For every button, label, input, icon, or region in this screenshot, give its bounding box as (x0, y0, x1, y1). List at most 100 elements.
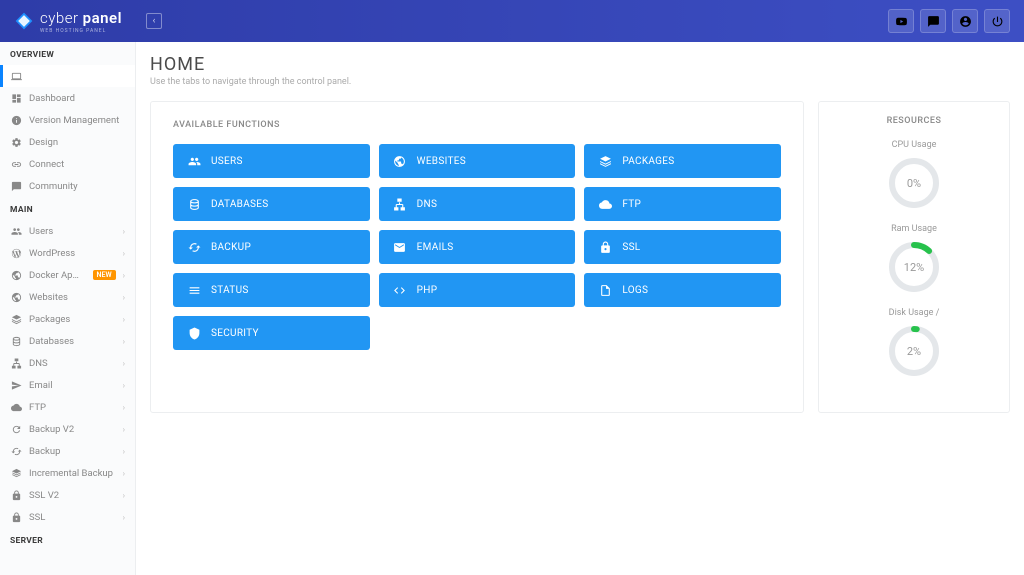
lock-icon (598, 240, 612, 254)
function-tile-label: DATABASES (211, 199, 268, 210)
sidebar-item-label: SSL V2 (29, 490, 116, 501)
sidebar-item-dashboard[interactable] (0, 65, 135, 87)
sidebar-item-dashboard[interactable]: Dashboard (0, 87, 135, 109)
function-tile-backup[interactable]: BACKUP (173, 230, 370, 264)
sitemap-icon (393, 197, 407, 211)
gauge-value: 2% (887, 324, 941, 378)
sidebar-item-connect[interactable]: Connect (0, 153, 135, 175)
lock-icon (10, 489, 22, 501)
resources-heading: RESOURCES (829, 116, 999, 126)
backup-icon (187, 240, 201, 254)
sidebar-item-dns[interactable]: DNS› (0, 352, 135, 374)
function-tile-ssl[interactable]: SSL (584, 230, 781, 264)
file-icon (598, 283, 612, 297)
function-tile-label: EMAILS (417, 242, 454, 253)
sidebar-item-community[interactable]: Community (0, 175, 135, 197)
power-icon[interactable] (984, 9, 1010, 33)
gauge-ring: 2% (887, 324, 941, 378)
brand-logo-icon (14, 11, 34, 31)
sidebar-item-label: Dashboard (29, 93, 125, 104)
backup-icon (10, 445, 22, 457)
sidebar-item-websites[interactable]: Websites› (0, 286, 135, 308)
lock-icon (10, 511, 22, 523)
function-tile-ftp[interactable]: FTP (584, 187, 781, 221)
resources-card: RESOURCES CPU Usage0%Ram Usage12%Disk Us… (818, 101, 1010, 413)
chevron-right-icon: › (123, 447, 125, 456)
chat-icon[interactable] (920, 9, 946, 33)
functions-heading: AVAILABLE FUNCTIONS (173, 120, 781, 130)
sidebar-item-label: Design (29, 137, 125, 148)
sidebar-item-label: WordPress (29, 248, 116, 259)
sidebar-collapse-button[interactable]: ‹ (146, 13, 162, 29)
function-tile-label: FTP (622, 199, 641, 210)
support-icon[interactable] (952, 9, 978, 33)
users-icon (10, 225, 22, 237)
cloud-icon (598, 197, 612, 211)
gauges-container: CPU Usage0%Ram Usage12%Disk Usage /2% (829, 140, 999, 378)
gauge-ram-usage: Ram Usage12% (829, 224, 999, 294)
chevron-right-icon: › (123, 491, 125, 500)
gear-icon (10, 136, 22, 148)
globe-icon (10, 269, 22, 281)
wordpress-icon (10, 247, 22, 259)
sidebar-item-incremental-backup[interactable]: Incremental Backup› (0, 462, 135, 484)
sidebar-item-packages[interactable]: Packages› (0, 308, 135, 330)
function-tile-logs[interactable]: LOGS (584, 273, 781, 307)
sidebar-item-ssl[interactable]: SSL› (0, 506, 135, 528)
packages-icon (10, 313, 22, 325)
function-tile-packages[interactable]: PACKAGES (584, 144, 781, 178)
youtube-icon[interactable] (888, 9, 914, 33)
chat-icon (10, 180, 22, 192)
function-tile-dns[interactable]: DNS (379, 187, 576, 221)
function-tile-websites[interactable]: WEBSITES (379, 144, 576, 178)
topbar: cyber panel WEB HOSTING PANEL ‹ (0, 0, 1024, 42)
gauge-cpu-usage: CPU Usage0% (829, 140, 999, 210)
top-actions (888, 9, 1010, 33)
sidebar-section-header: OVERVIEW (0, 42, 135, 65)
main-content: HOME Use the tabs to navigate through th… (136, 42, 1024, 575)
function-tile-users[interactable]: USERS (173, 144, 370, 178)
function-tile-label: PACKAGES (622, 156, 674, 167)
packages-icon (598, 154, 612, 168)
sidebar-item-label: Packages (29, 314, 116, 325)
code-icon (393, 283, 407, 297)
function-tile-label: SSL (622, 242, 640, 253)
globe-icon (393, 154, 407, 168)
refresh-icon (10, 423, 22, 435)
envelope-icon (393, 240, 407, 254)
sidebar-item-label: Websites (29, 292, 116, 303)
plane-icon (10, 379, 22, 391)
brand: cyber panel WEB HOSTING PANEL ‹ (14, 9, 162, 34)
laptop-icon (10, 70, 22, 82)
sidebar-item-version-management[interactable]: Version Management (0, 109, 135, 131)
database-icon (187, 197, 201, 211)
sidebar-item-ftp[interactable]: FTP› (0, 396, 135, 418)
function-tile-label: LOGS (622, 285, 648, 296)
sidebar-item-users[interactable]: Users› (0, 220, 135, 242)
sidebar-item-design[interactable]: Design (0, 131, 135, 153)
sidebar-item-docker-apps[interactable]: Docker AppsNEW› (0, 264, 135, 286)
sidebar-item-email[interactable]: Email› (0, 374, 135, 396)
users-icon (187, 154, 201, 168)
function-tile-label: DNS (417, 199, 438, 210)
sidebar-item-databases[interactable]: Databases› (0, 330, 135, 352)
function-tile-status[interactable]: STATUS (173, 273, 370, 307)
function-tile-security[interactable]: SECURITY (173, 316, 370, 350)
database-icon (10, 335, 22, 347)
cloud-icon (10, 401, 22, 413)
dashboard-icon (10, 92, 22, 104)
function-tile-label: BACKUP (211, 242, 251, 253)
chevron-right-icon: › (123, 403, 125, 412)
sidebar-item-ssl-v2[interactable]: SSL V2 › (0, 484, 135, 506)
sidebar-item-backup-v2[interactable]: Backup V2› (0, 418, 135, 440)
function-tile-emails[interactable]: EMAILS (379, 230, 576, 264)
chevron-right-icon: › (123, 227, 125, 236)
function-tile-php[interactable]: PHP (379, 273, 576, 307)
gauge-label: Ram Usage (891, 224, 937, 234)
sidebar-item-label: Community (29, 181, 125, 192)
sidebar-item-backup[interactable]: Backup› (0, 440, 135, 462)
sidebar-item-wordpress[interactable]: WordPress› (0, 242, 135, 264)
chevron-right-icon: › (123, 271, 125, 280)
chevron-right-icon: › (123, 425, 125, 434)
function-tile-databases[interactable]: DATABASES (173, 187, 370, 221)
